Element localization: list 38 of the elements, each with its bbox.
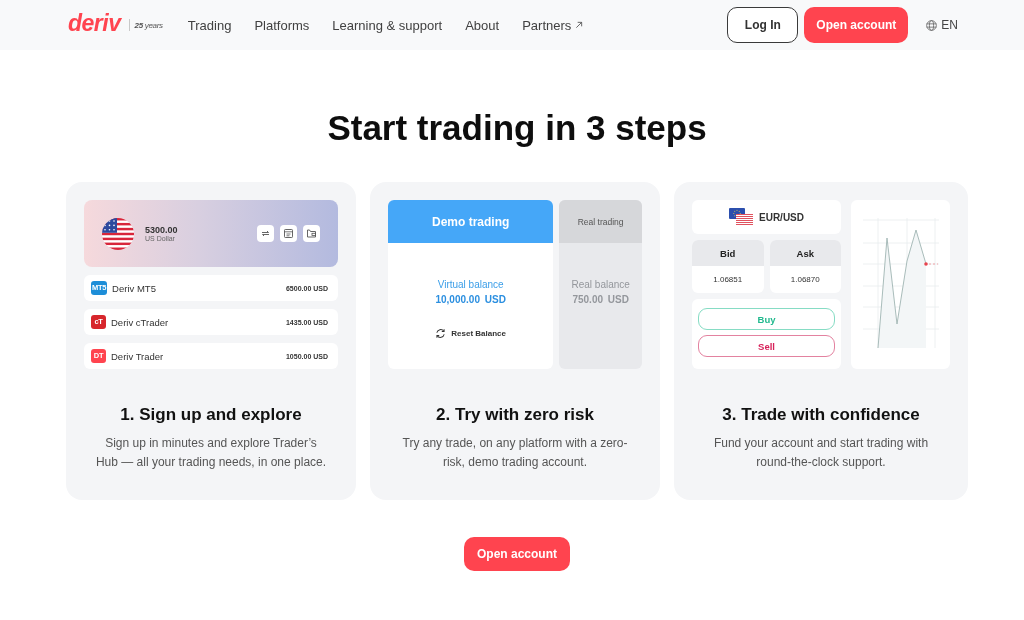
balance-amount: 5300.00 — [145, 225, 178, 235]
arrows-icon[interactable] — [257, 225, 274, 242]
quote-value: 1.06870 — [789, 274, 821, 286]
step-title: 2. Try with zero risk — [436, 404, 594, 426]
account-name: Deriv MT5 — [112, 282, 156, 294]
sell-button[interactable]: Sell — [698, 335, 835, 357]
nav-link[interactable]: About — [465, 17, 500, 33]
nav-link[interactable]: Learning & support — [332, 17, 443, 33]
flags-icon — [729, 208, 753, 226]
language-button[interactable]: EN — [926, 18, 958, 32]
step-description: Fund your account and start trading with round-the-clock support. — [712, 435, 930, 471]
flag-icon — [102, 217, 134, 250]
step-title: 3. Trade with confidence — [722, 404, 920, 426]
quote-value: 1.06851 — [712, 274, 744, 286]
nav-link[interactable]: Partners — [522, 17, 584, 33]
account-name: Deriv cTrader — [111, 316, 169, 328]
quote-label: Ask — [769, 240, 841, 266]
currency-pair: EUR/USD — [759, 211, 804, 223]
step-title: 1. Sign up and explore — [120, 404, 302, 426]
balance-label: Virtual balance — [437, 278, 504, 292]
account-name: Deriv Trader — [111, 350, 164, 362]
document-icon[interactable] — [280, 225, 297, 242]
balance-amount: 750.00 USD — [572, 293, 629, 307]
quote-label: Bid — [692, 240, 764, 266]
step-description: Sign up in minutes and explore Trader’s Hub — all your trading needs, in one place. — [95, 435, 327, 471]
balance-amount: 10,000.00 USD — [435, 293, 506, 307]
step-description: Try any trade, on any platform with a zero-risk, demo trading account. — [401, 435, 629, 471]
nav-link[interactable]: Platforms — [254, 17, 310, 33]
account-tab[interactable]: Real trading — [559, 200, 642, 243]
globe-icon — [926, 19, 938, 31]
nav-link[interactable]: Trading — [187, 17, 232, 33]
refresh-icon — [435, 328, 447, 339]
wallet-icon[interactable] — [303, 225, 320, 242]
reset-balance-button[interactable]: Reset Balance — [435, 328, 506, 339]
external-link-icon — [575, 21, 584, 29]
balance-label: Real balance — [571, 278, 630, 292]
section-heading: Start trading in 3 steps — [326, 107, 708, 149]
login-button[interactable]: Log In — [727, 7, 799, 43]
